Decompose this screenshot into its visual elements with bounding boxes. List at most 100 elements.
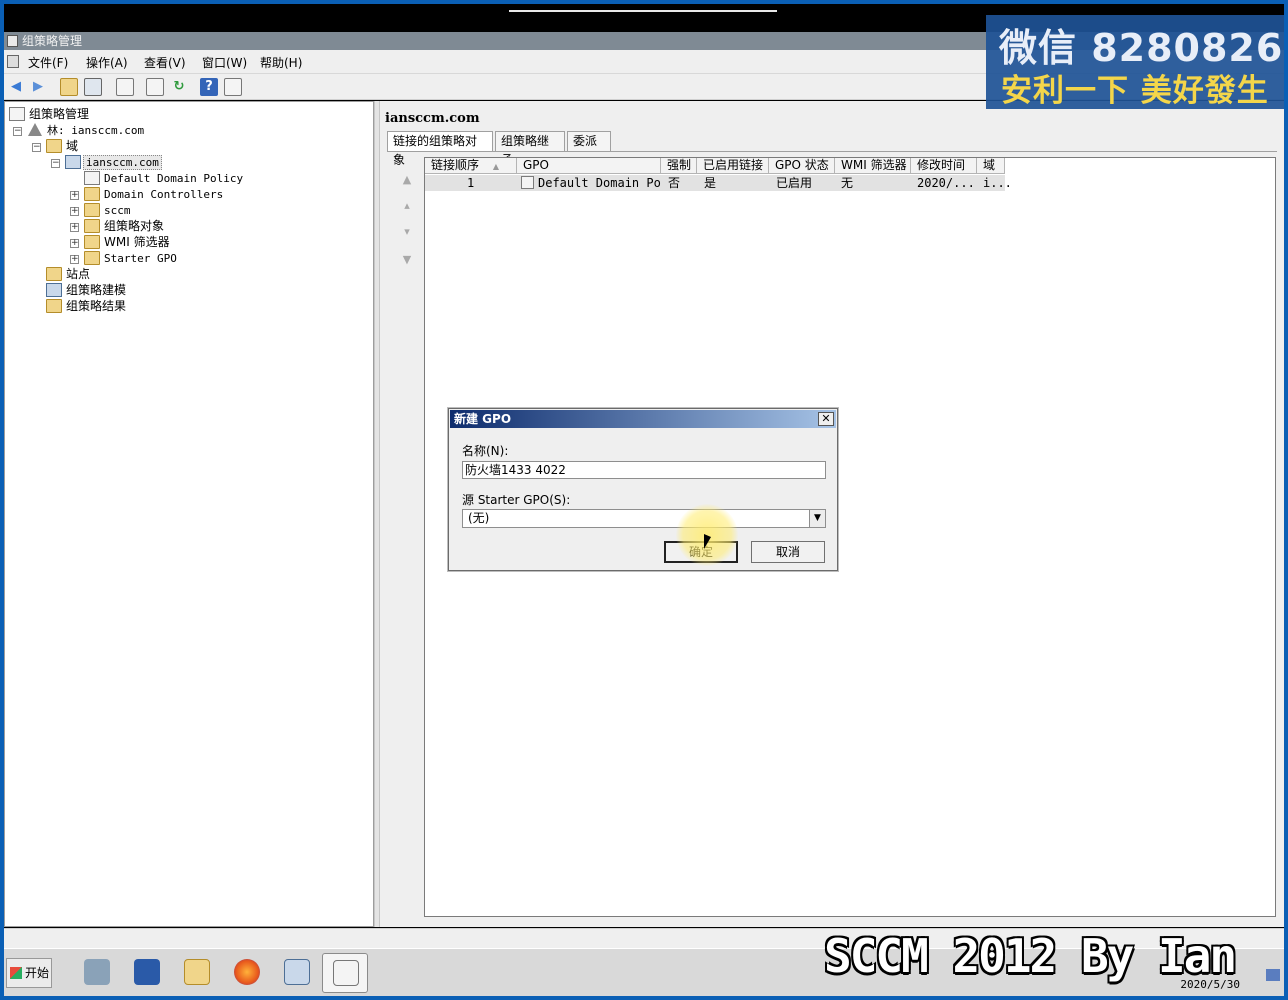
domain-icon (65, 155, 81, 169)
show-tree-icon[interactable] (84, 78, 102, 96)
tree-item-label: WMI 筛选器 (104, 235, 170, 249)
up-folder-icon[interactable] (60, 78, 78, 96)
start-button[interactable]: 开始 (6, 958, 52, 988)
mouse-pointer-icon (704, 534, 711, 549)
col-enforced[interactable]: 强制 (661, 158, 697, 174)
source-select-value: (无) (468, 511, 490, 525)
properties-icon[interactable] (116, 78, 134, 96)
col-wmi-filter[interactable]: WMI 筛选器 (835, 158, 911, 174)
taskbar-explorer[interactable] (174, 953, 220, 993)
col-gpo-status[interactable]: GPO 状态 (769, 158, 835, 174)
tree-domain-label: iansccm.com (83, 155, 162, 170)
folder-icon (184, 959, 210, 985)
gpmc-icon (333, 960, 359, 986)
cell-enforced: 否 (668, 176, 681, 190)
close-icon[interactable]: ✕ (818, 412, 834, 426)
list-header: 链接顺序 ▲ GPO 强制 已启用链接 GPO 状态 WMI 筛选器 修改时间 … (425, 158, 1005, 174)
tab-gp-inheritance[interactable]: 组策略继承 (495, 131, 565, 167)
cancel-button[interactable]: 取消 (751, 541, 825, 563)
cell-link-enabled: 是 (704, 176, 717, 190)
cell-modified: 2020/... (917, 176, 975, 190)
gpo-name-input[interactable]: 防火墙1433 4022 (462, 461, 826, 479)
cell-link-order: 1 (467, 176, 475, 190)
tree-gp-results[interactable]: 组策略结果 (46, 298, 126, 314)
tree-item-label: Default Domain Policy (104, 172, 244, 185)
console-menu-icon[interactable] (7, 55, 19, 68)
tree-domains[interactable]: 域 (46, 138, 78, 154)
tree-sccm[interactable]: sccm (84, 202, 131, 218)
tree-gp-modeling[interactable]: 组策略建模 (46, 282, 126, 298)
taskbar-powershell[interactable] (124, 953, 170, 993)
back-icon[interactable]: ◀ (7, 78, 25, 96)
taskbar-network[interactable] (274, 953, 320, 993)
domains-collapse-toggle[interactable]: − (32, 143, 41, 152)
tree-starter-gpo[interactable]: Starter GPO (84, 250, 177, 266)
source-starter-gpo-select[interactable]: (无) ▼ (462, 509, 826, 528)
tree-item-label: Domain Controllers (104, 188, 224, 201)
col-link-order-label: 链接顺序 (431, 158, 480, 172)
taskbar-gpmc[interactable] (322, 953, 368, 993)
move-down-icon[interactable]: ▾ (398, 223, 416, 241)
move-bottom-icon[interactable]: ▼ (398, 251, 416, 269)
menu-file[interactable]: 文件(F) (28, 54, 68, 71)
menu-view[interactable]: 查看(V) (144, 54, 186, 71)
move-up-icon[interactable]: ▴ (398, 197, 416, 215)
chevron-down-icon[interactable]: ▼ (809, 510, 825, 527)
menu-action[interactable]: 操作(A) (86, 54, 128, 71)
tree-forest[interactable]: 林: iansccm.com (27, 122, 144, 138)
tree-root-label: 组策略管理 (29, 107, 90, 121)
forest-collapse-toggle[interactable]: − (13, 127, 22, 136)
export-icon[interactable] (146, 78, 164, 96)
tree-wmi-filters[interactable]: WMI 筛选器 (84, 234, 170, 250)
menu-window[interactable]: 窗口(W) (202, 54, 247, 71)
expand-toggle[interactable]: + (70, 207, 79, 216)
expand-toggle[interactable]: + (70, 223, 79, 232)
name-label: 名称(N): (462, 444, 509, 458)
ou-folder-icon (84, 187, 100, 201)
starter-gpo-folder-icon (84, 251, 100, 265)
source-starter-gpo-label: 源 Starter GPO(S): (462, 493, 571, 507)
taskbar-firefox[interactable] (224, 953, 270, 993)
tree-root[interactable]: 组策略管理 (9, 106, 89, 122)
tree-forest-label: 林: iansccm.com (47, 124, 145, 137)
content-title: iansccm.com (385, 111, 480, 126)
results-folder-icon (46, 299, 62, 313)
tab-delegation[interactable]: 委派 (567, 131, 611, 151)
menu-help[interactable]: 帮助(H) (260, 54, 302, 71)
refresh-icon[interactable]: ↻ (170, 78, 188, 96)
tree-item-label: 组策略建模 (66, 283, 127, 297)
help-icon[interactable]: ? (200, 78, 218, 96)
taskbar-server-manager[interactable] (74, 953, 120, 993)
expand-toggle[interactable]: + (70, 191, 79, 200)
tree-gpo-objects[interactable]: 组策略对象 (84, 218, 164, 234)
dialog-titlebar[interactable]: 新建 GPO ✕ (450, 410, 836, 428)
gpo-folder-icon (84, 219, 100, 233)
sort-asc-icon: ▲ (492, 162, 499, 171)
tree-sites[interactable]: 站点 (46, 266, 90, 282)
col-domain[interactable]: 域 (977, 158, 1005, 174)
col-link-order[interactable]: 链接顺序 ▲ (425, 158, 517, 174)
tree-domain[interactable]: iansccm.com (65, 154, 162, 170)
sites-folder-icon (46, 267, 62, 281)
tree-item-label: 站点 (66, 267, 91, 281)
server-manager-icon (84, 959, 110, 985)
forward-icon[interactable]: ▶ (29, 78, 47, 96)
tab-linked-gpos[interactable]: 链接的组策略对象 (387, 131, 493, 167)
tree-default-domain-policy[interactable]: Default Domain Policy (84, 170, 243, 186)
col-link-enabled[interactable]: 已启用链接 (697, 158, 769, 174)
wechat-overlay: 微信 82808266 安利一下 美好發生 (986, 15, 1284, 109)
expand-toggle[interactable]: + (70, 255, 79, 264)
table-row[interactable]: 1 Default Domain Po... 否 是 已启用 无 2020/..… (425, 175, 1012, 191)
expand-toggle[interactable]: + (70, 239, 79, 248)
tree-domain-controllers[interactable]: Domain Controllers (84, 186, 223, 202)
slogan-text: 安利一下 美好發生 (1001, 73, 1269, 109)
col-modified[interactable]: 修改时间 (911, 158, 977, 174)
move-top-icon[interactable]: ▲ (398, 171, 416, 189)
cell-gpo-status: 已启用 (776, 176, 813, 190)
ou-folder-icon (84, 203, 100, 217)
domain-collapse-toggle[interactable]: − (51, 159, 60, 168)
show-desktop-icon[interactable] (1266, 969, 1280, 981)
view-icon[interactable] (224, 78, 242, 96)
col-gpo[interactable]: GPO (517, 158, 661, 174)
gpmc-app-icon (7, 35, 18, 47)
